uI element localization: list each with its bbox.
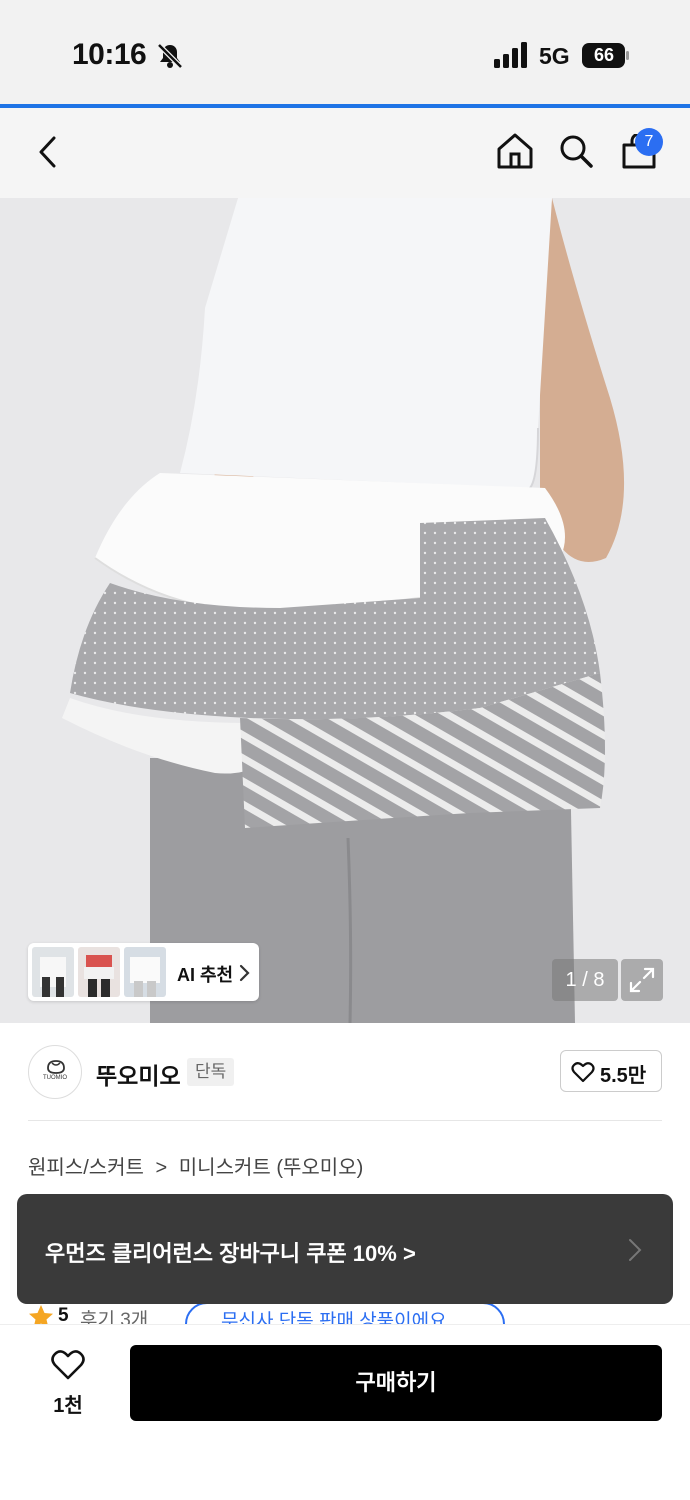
product-image[interactable]: [0, 198, 690, 1023]
chevron-right-icon: [629, 1239, 642, 1261]
buy-button[interactable]: 구매하기: [130, 1345, 662, 1421]
rating-score: 5: [58, 1305, 69, 1324]
coupon-toast-message: 우먼즈 클리어런스 장바구니 쿠폰 10% >: [45, 1241, 416, 1266]
status-time: 10:16: [72, 38, 147, 71]
signal-bars-icon: [494, 42, 527, 68]
wishlist-count: 1천: [53, 1395, 83, 1417]
ai-thumbnail-3: [124, 947, 166, 997]
ai-thumbnail-2: [78, 947, 120, 997]
home-icon[interactable]: [496, 132, 534, 170]
brand-name[interactable]: 뚜오미오: [96, 1057, 181, 1091]
search-icon[interactable]: [558, 133, 594, 169]
review-count[interactable]: 후기 3개: [80, 1305, 148, 1324]
star-icon: [29, 1305, 53, 1324]
ai-recommend-label: AI 추천: [177, 965, 234, 985]
expand-arrows-icon: [629, 967, 655, 993]
battery-level: 66: [593, 45, 615, 65]
expand-image-button[interactable]: [621, 959, 663, 1001]
product-photo: [0, 198, 690, 1023]
bell-slash-icon: [157, 43, 183, 69]
brand-logo-mark: [47, 1060, 65, 1074]
rating-row: 5 후기 3개 무신사 단독 판매 상품이에요: [28, 1304, 668, 1324]
heart-icon: [571, 1062, 595, 1083]
breadcrumb: 원피스/스커트 > 미니스커트 (뚜오미오): [28, 1151, 363, 1180]
brand-logo[interactable]: [28, 1045, 82, 1099]
chevron-right-icon: [239, 964, 250, 982]
ai-thumbnail-1: [32, 947, 74, 997]
exclusive-tag: 단독: [187, 1058, 235, 1086]
exclusive-sale-pill[interactable]: 무신사 단독 판매 상품이에요: [185, 1304, 505, 1324]
breadcrumb-subcategory[interactable]: 미니스커트 (뚜오미오): [179, 1157, 363, 1179]
back-chevron-icon[interactable]: [36, 136, 60, 168]
brand-logo-text: TUOMIO: [43, 1075, 67, 1081]
divider: [28, 1120, 662, 1121]
image-page-indicator: 1 / 8: [552, 959, 618, 1001]
cart-count-badge: 7: [635, 128, 663, 156]
breadcrumb-category[interactable]: 원피스/스커트: [28, 1157, 144, 1179]
brand-like-count: 5.5만: [600, 1065, 647, 1087]
breadcrumb-separator: >: [155, 1157, 168, 1179]
wishlist-heart-icon[interactable]: [50, 1349, 86, 1381]
network-type: 5G: [539, 43, 570, 69]
